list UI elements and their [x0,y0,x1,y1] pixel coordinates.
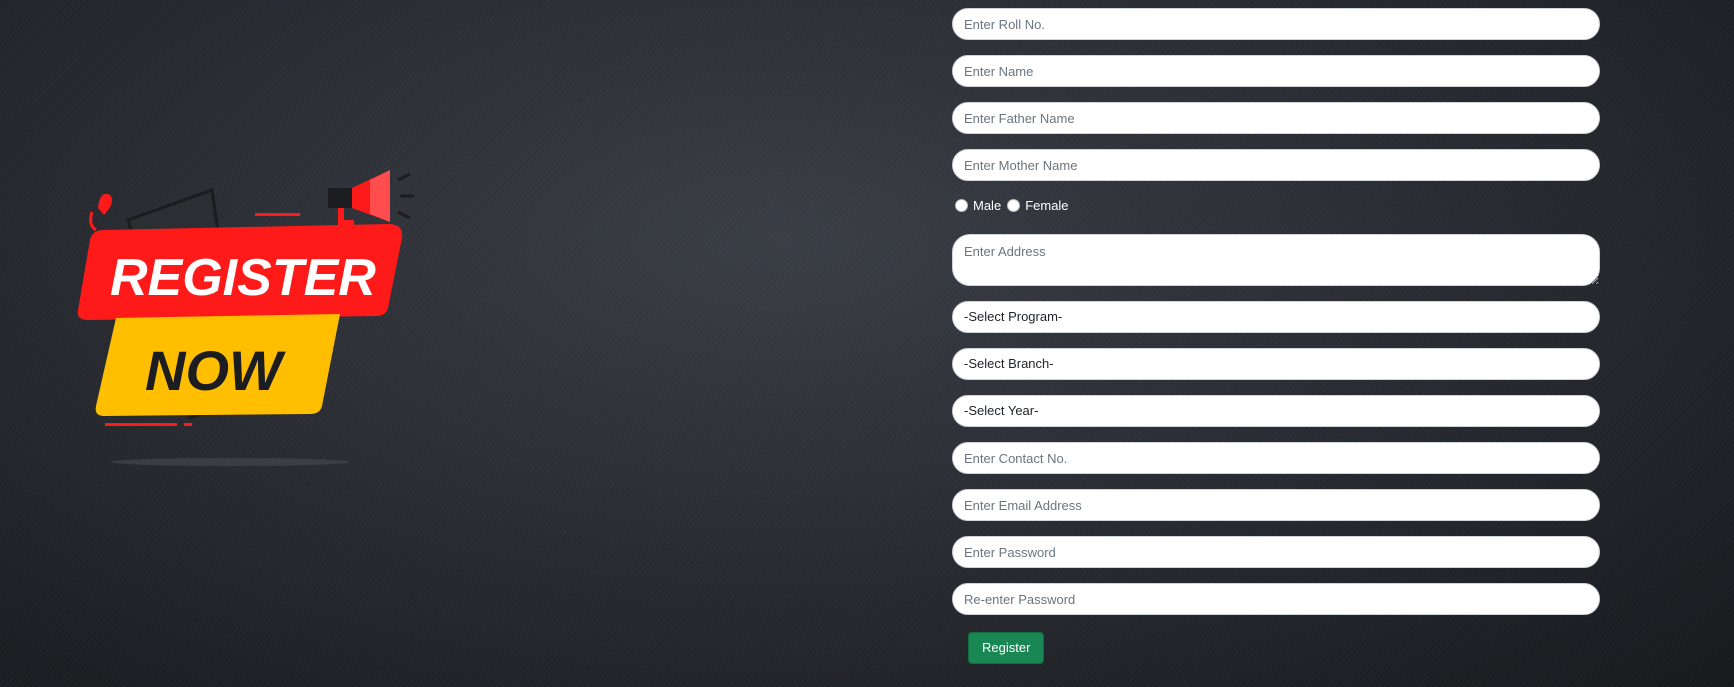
megaphone-icon [328,170,414,226]
male-label: Male [973,197,1002,213]
male-radio[interactable] [955,198,968,212]
program-select[interactable]: -Select Program- [952,301,1600,333]
branch-select[interactable]: -Select Branch- [952,348,1600,380]
red-dash-line [105,423,177,426]
mother-name-input[interactable] [952,149,1600,181]
year-select[interactable]: -Select Year- [952,395,1600,427]
gender-radio-group: Male Female [955,194,1600,216]
banner-register-text: REGISTER [110,249,376,307]
red-curve-shape [89,211,97,232]
address-textarea[interactable] [952,234,1600,286]
banner-shadow [110,458,350,466]
program-select-value: -Select Program- [964,309,1063,324]
female-label: Female [1025,197,1069,213]
registration-form: Male Female -Select Program- -Select Bra… [952,8,1600,664]
gender-male-option[interactable]: Male [955,198,1001,213]
father-name-input[interactable] [952,102,1600,134]
red-drop-shape [98,193,112,215]
roll-no-input[interactable] [952,8,1600,40]
year-select-value: -Select Year- [964,403,1039,418]
contact-no-input[interactable] [952,442,1600,474]
female-radio[interactable] [1007,198,1021,212]
name-input[interactable] [952,55,1600,87]
register-now-banner: REGISTER NOW [70,160,450,480]
password-input[interactable] [952,536,1600,568]
branch-select-value: -Select Branch- [964,356,1054,371]
confirm-password-input[interactable] [952,583,1600,615]
email-input[interactable] [952,489,1600,521]
red-dash-line [255,213,300,216]
gender-female-option[interactable]: Female [1007,197,1069,213]
banner-now-text: NOW [145,339,286,402]
register-button[interactable]: Register [968,632,1045,664]
red-dash-line [184,423,192,426]
register-now-illustration: REGISTER NOW [77,170,414,466]
